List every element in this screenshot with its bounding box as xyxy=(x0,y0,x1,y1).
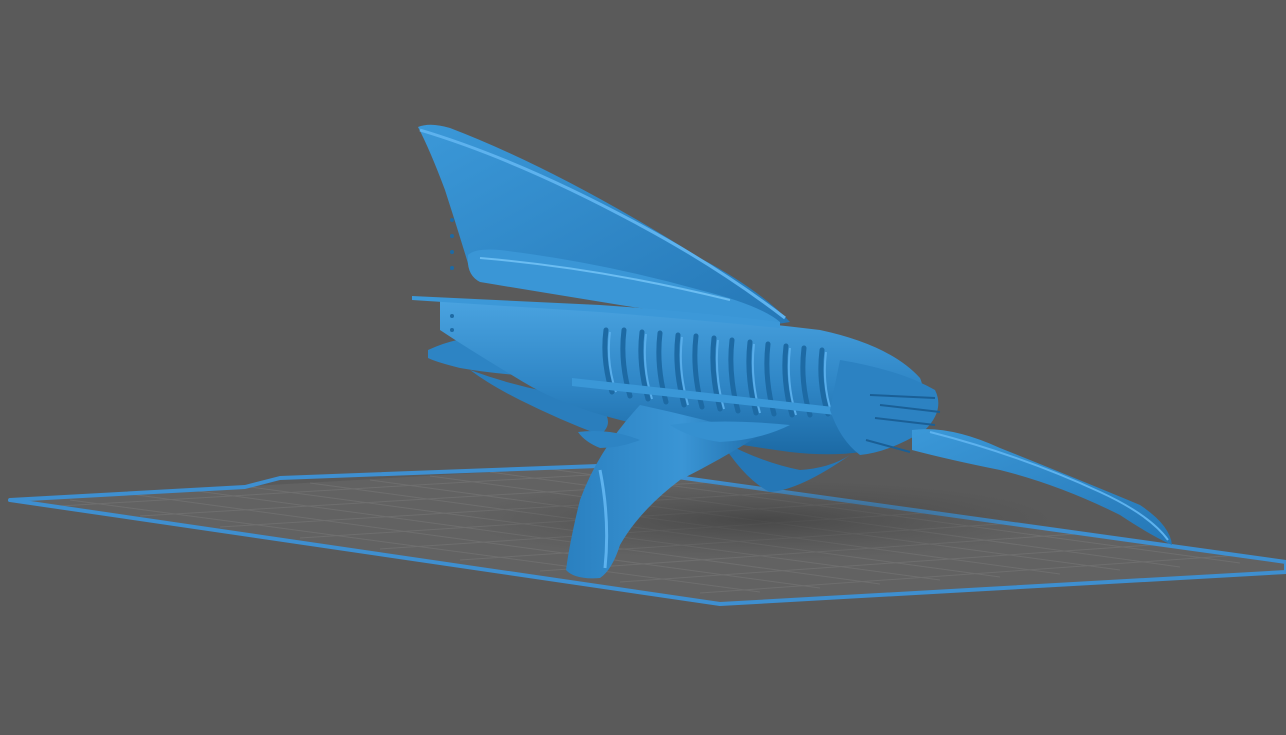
scene-canvas[interactable] xyxy=(0,0,1286,735)
3d-viewport[interactable] xyxy=(0,0,1286,735)
rear-vents xyxy=(450,218,454,332)
model-shadow xyxy=(460,480,1060,560)
